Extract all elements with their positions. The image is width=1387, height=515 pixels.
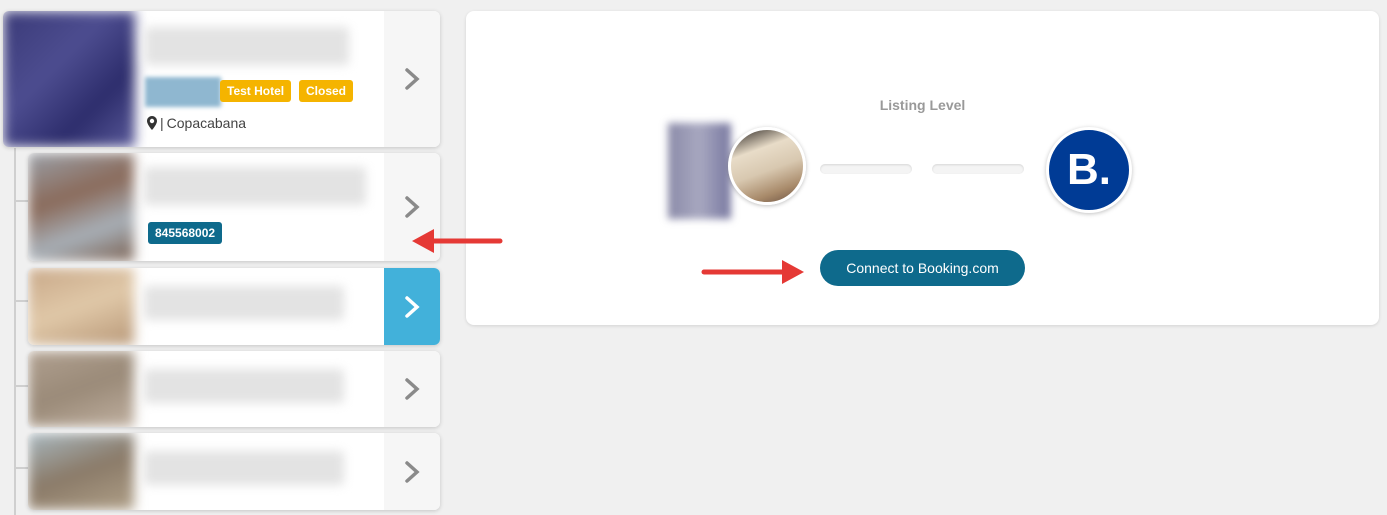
hotel-photo [728, 127, 806, 205]
hotel-card[interactable]: 845568002 [28, 153, 440, 261]
listing-progress-segment [820, 164, 912, 174]
chevron-right-icon [405, 378, 420, 400]
tree-connector-line [14, 148, 16, 515]
annotation-arrow-right [701, 260, 804, 284]
location-separator: | [160, 115, 164, 131]
hotel-name-redacted [144, 286, 344, 320]
open-hotel-button[interactable] [384, 11, 440, 147]
tree-connector-tick [14, 385, 28, 387]
chevron-right-icon [405, 196, 420, 218]
tree-connector-tick [14, 467, 28, 469]
hotel-id-badge: 845568002 [148, 222, 223, 244]
hotel-thumbnail [3, 11, 135, 147]
tree-connector-tick [14, 200, 28, 202]
hotel-thumbnail [28, 268, 134, 345]
annotation-arrow-left [412, 229, 503, 253]
chevron-right-icon [405, 295, 420, 318]
chevron-right-icon [405, 460, 420, 483]
hotel-thumbnail [28, 433, 134, 510]
channel-connection-panel: Listing Level B. Connect to Booking.com [466, 11, 1379, 325]
hotel-location: | Copacabana [147, 115, 246, 131]
open-hotel-button[interactable] [384, 268, 440, 345]
test-hotel-badge: Test Hotel [220, 80, 292, 102]
map-pin-icon [147, 116, 157, 130]
hotel-label-redacted [145, 77, 221, 107]
booking-logo: B. [1046, 127, 1132, 213]
booking-logo-text: B. [1067, 145, 1111, 194]
hotel-name-redacted [144, 369, 344, 403]
hotel-thumbnail [28, 153, 134, 261]
connect-booking-button[interactable]: Connect to Booking.com [820, 250, 1025, 286]
hotel-thumbnail [28, 351, 134, 427]
hotel-name-redacted [144, 451, 344, 485]
chevron-right-icon [405, 68, 420, 90]
hotel-card[interactable] [28, 268, 440, 345]
hotel-photo-redacted [668, 123, 731, 219]
hotel-name-redacted [144, 167, 366, 205]
hotel-card[interactable]: Test Hotel Closed | Copacabana [3, 11, 440, 147]
hotel-card[interactable] [28, 433, 440, 510]
open-hotel-button[interactable] [384, 351, 440, 427]
listing-level-label: Listing Level [879, 97, 966, 113]
open-hotel-button[interactable] [384, 433, 440, 510]
location-name: Copacabana [166, 115, 247, 131]
hotel-name-redacted [145, 27, 349, 65]
closed-badge: Closed [299, 80, 354, 102]
hotel-card[interactable] [28, 351, 440, 427]
listing-progress-segment [932, 164, 1024, 174]
tree-connector-tick [14, 300, 28, 302]
